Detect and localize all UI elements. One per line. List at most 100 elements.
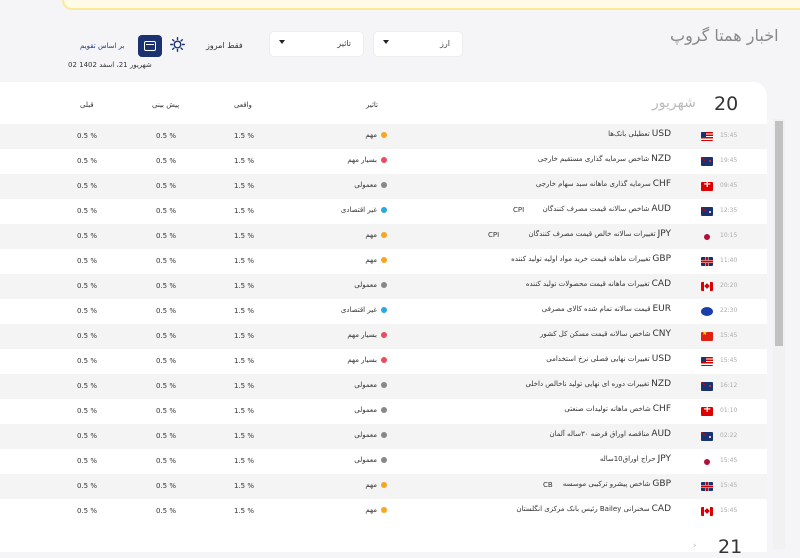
impact-label: بسیار مهم bbox=[347, 356, 377, 364]
previous-value: 0.5 % bbox=[77, 257, 98, 265]
event-title-block: سخنرانی Bailey رئیس بانک مرکزی انگلستان C… bbox=[516, 504, 671, 514]
impact-cell: مهم bbox=[365, 131, 387, 139]
impact-cell: معمولی bbox=[354, 431, 387, 439]
previous-value: 0.5 % bbox=[77, 407, 98, 415]
previous-value: 0.5 % bbox=[77, 457, 98, 465]
flag-ch-icon bbox=[701, 182, 713, 191]
today-filter[interactable]: فقط امروز bbox=[206, 41, 243, 50]
table-row[interactable]: 0.5 % 0.5 % 1.5 % مهم CB شاخص پیشرو ترکیبی مو… bbox=[0, 474, 767, 499]
event-title-block: شاخص سرمایه گذاری مستقیم خارجی NZD bbox=[538, 154, 671, 164]
impact-dropdown[interactable]: تاثیر bbox=[270, 32, 363, 56]
previous-value: 0.5 % bbox=[77, 182, 98, 190]
table-row[interactable]: 0.5 % 0.5 % 1.5 % بسیار مهم شاخص سالانه قیمت… bbox=[0, 324, 767, 349]
table-row[interactable]: 0.5 % 0.5 % 1.5 % بسیار مهم شاخص سرمایه گذار… bbox=[0, 149, 767, 174]
event-title: شاخص سالانه قیمت مصرف کنندگان bbox=[542, 205, 650, 213]
currency-code: GBP bbox=[652, 254, 671, 264]
currency-dropdown[interactable]: ارز bbox=[374, 32, 462, 56]
impact-label: معمولی bbox=[354, 431, 377, 439]
event-title-block: سرمایه گذاری ماهانه سبد سهام خارجی CHF bbox=[536, 179, 671, 189]
event-code: CPI bbox=[513, 206, 525, 214]
actual-value: 1.5 % bbox=[234, 457, 255, 465]
table-row[interactable]: 0.5 % 0.5 % 1.5 % معمولی مناقصه اوراق قرضه ۳… bbox=[0, 424, 767, 449]
forecast-value: 0.5 % bbox=[156, 182, 177, 190]
event-time: 15:45 bbox=[720, 357, 738, 364]
forecast-value: 0.5 % bbox=[156, 207, 177, 215]
chevron-right-icon[interactable]: › bbox=[693, 541, 697, 551]
impact-label: غیر اقتصادی bbox=[340, 306, 377, 314]
event-title-block: تغییرات دوره ای نهایی تولید ناخالص داخلی… bbox=[526, 379, 671, 389]
event-title: تغییرات ماهانه قیمت خرید مواد اولیه تولی… bbox=[511, 255, 651, 263]
table-row[interactable]: 0.5 % 0.5 % 1.5 % مهم سخنرانی Bailey رئیس با… bbox=[0, 499, 767, 524]
flag-nz-icon bbox=[701, 382, 713, 391]
currency-code: JPY bbox=[657, 229, 671, 239]
flag-gb-icon bbox=[701, 482, 713, 491]
impact-dot-icon bbox=[381, 282, 387, 288]
event-title: مناقصه اوراق قرضه ۳۰ساله آلمان bbox=[549, 430, 650, 438]
previous-value: 0.5 % bbox=[77, 232, 98, 240]
event-title: حراج اوراق10ساله bbox=[599, 455, 656, 463]
previous-value: 0.5 % bbox=[77, 432, 98, 440]
currency-code: GBP bbox=[652, 479, 671, 489]
impact-dot-icon bbox=[381, 357, 387, 363]
event-time: 19:45 bbox=[720, 157, 738, 164]
scrollbar-thumb[interactable] bbox=[775, 121, 783, 346]
event-title: قیمت سالانه تمام شده کالای مصرفی bbox=[541, 305, 651, 313]
table-row[interactable]: 0.5 % 0.5 % 1.5 % معمولی تغییرات دوره ای نها… bbox=[0, 374, 767, 399]
sun-icon[interactable] bbox=[170, 37, 185, 52]
event-time: 15:45 bbox=[720, 507, 738, 514]
actual-value: 1.5 % bbox=[234, 257, 255, 265]
impact-label: مهم bbox=[365, 231, 377, 239]
currency-code: NZD bbox=[651, 154, 671, 164]
currency-code: NZD bbox=[651, 379, 671, 389]
actual-value: 1.5 % bbox=[234, 332, 255, 340]
impact-dropdown-label: تاثیر bbox=[337, 39, 351, 48]
event-title: تغییرات نهایی فصلی نرخ استخدامی bbox=[546, 355, 650, 363]
table-row[interactable]: 0.5 % 0.5 % 1.5 % بسیار مهم تغییرات نهایی فص… bbox=[0, 349, 767, 374]
impact-dot-icon bbox=[381, 157, 387, 163]
currency-code: AUD bbox=[651, 429, 671, 439]
impact-dot-icon bbox=[381, 257, 387, 263]
next-day-number: 21 bbox=[718, 536, 743, 558]
table-row[interactable]: 0.5 % 0.5 % 1.5 % معمولی تغییرات ماهانه قیمت… bbox=[0, 274, 767, 299]
flag-au-icon bbox=[701, 207, 713, 216]
impact-dot-icon bbox=[381, 382, 387, 388]
impact-dot-icon bbox=[381, 332, 387, 338]
event-time: 09:45 bbox=[720, 182, 738, 189]
actual-value: 1.5 % bbox=[234, 282, 255, 290]
event-title-block: تغییرات سالانه خالص قیمت مصرف کنندگان JPY bbox=[529, 229, 671, 239]
impact-dot-icon bbox=[381, 307, 387, 313]
top-banner bbox=[62, 0, 800, 10]
event-title-block: قیمت سالانه تمام شده کالای مصرفی EUR bbox=[542, 304, 671, 314]
previous-value: 0.5 % bbox=[77, 482, 98, 490]
day-month: شهریور bbox=[652, 95, 696, 111]
by-calendar-label[interactable]: بر اساس تقویم bbox=[80, 42, 124, 50]
event-title: شاخص ماهانه تولیدات صنعتی bbox=[564, 405, 651, 413]
forecast-value: 0.5 % bbox=[156, 432, 177, 440]
table-row[interactable]: 0.5 % 0.5 % 1.5 % معمولی حراج اوراق10ساله JPY… bbox=[0, 449, 767, 474]
actual-value: 1.5 % bbox=[234, 382, 255, 390]
flag-ca-icon bbox=[701, 282, 713, 291]
flag-gb-icon bbox=[701, 257, 713, 266]
impact-cell: مهم bbox=[365, 231, 387, 239]
table-row[interactable]: 0.5 % 0.5 % 1.5 % مهم تغییرات ماهانه قیمت خر… bbox=[0, 249, 767, 274]
table-row[interactable]: 0.5 % 0.5 % 1.5 % مهم تعطیلی بانک‌ها USD 15:45 bbox=[0, 124, 767, 149]
impact-label: غیر اقتصادی bbox=[340, 206, 377, 214]
table-row[interactable]: 0.5 % 0.5 % 1.5 % غیر اقتصادی قیمت سالانه تم… bbox=[0, 299, 767, 324]
forecast-value: 0.5 % bbox=[156, 157, 177, 165]
event-title-block: تغییرات ماهانه قیمت محصولات تولید کننده C… bbox=[526, 279, 671, 289]
actual-value: 1.5 % bbox=[234, 407, 255, 415]
impact-cell: بسیار مهم bbox=[347, 356, 387, 364]
flag-au-icon bbox=[701, 432, 713, 441]
table-row[interactable]: 0.5 % 0.5 % 1.5 % معمولی شاخص ماهانه تولیدات… bbox=[0, 399, 767, 424]
currency-code: CHF bbox=[652, 404, 671, 414]
forecast-value: 0.5 % bbox=[156, 482, 177, 490]
impact-dot-icon bbox=[381, 482, 387, 488]
table-row[interactable]: 0.5 % 0.5 % 1.5 % غیر اقتصادی CPI شاخص سالانه… bbox=[0, 199, 767, 224]
event-time: 15:45 bbox=[720, 332, 738, 339]
actual-value: 1.5 % bbox=[234, 507, 255, 515]
event-title-block: حراج اوراق10ساله JPY bbox=[600, 454, 671, 464]
table-row[interactable]: 0.5 % 0.5 % 1.5 % معمولی سرمایه گذاری ماهانه… bbox=[0, 174, 767, 199]
calendar-button[interactable] bbox=[138, 35, 162, 57]
table-row[interactable]: 0.5 % 0.5 % 1.5 % مهم CPI تغییرات سالانه خالص… bbox=[0, 224, 767, 249]
flag-eu-icon bbox=[701, 307, 713, 316]
